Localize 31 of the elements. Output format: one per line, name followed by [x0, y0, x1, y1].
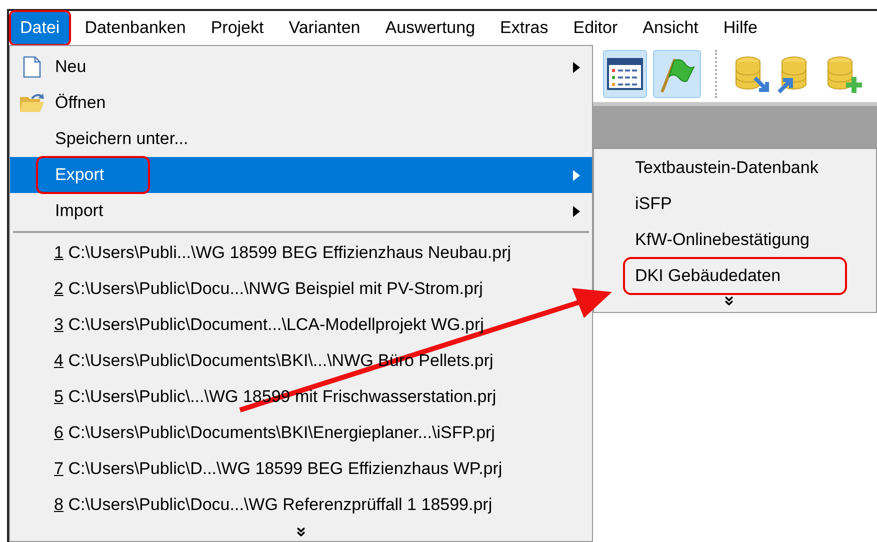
menu-item[interactable]: Neu — [10, 49, 592, 85]
submenu-item[interactable]: DKI Gebäudedaten — [594, 258, 876, 294]
menu-bar-item[interactable]: Editor — [564, 12, 627, 44]
recent-file-item[interactable]: 3 C:\Users\Public\Document...\LCA-Modellprojekt WG.prj — [54, 312, 484, 338]
submenu-item[interactable]: iSFP — [594, 186, 876, 222]
expand-icon[interactable] — [294, 525, 308, 539]
menu-bar-item[interactable]: Auswertung — [376, 12, 484, 44]
document-icon — [23, 56, 41, 78]
menu-bar-item[interactable]: Ansicht — [634, 12, 708, 44]
menu-bar-item[interactable]: Datenbanken — [76, 12, 195, 44]
menu-bar-item[interactable]: Extras — [491, 12, 558, 44]
list-icon — [607, 58, 643, 90]
submenu-item[interactable]: KfW-Onlinebestätigung — [594, 222, 876, 258]
recent-file-item[interactable]: 8 C:\Users\Public\Docu...\WG Referenzprüffall 1 18599.prj — [54, 492, 492, 518]
flag-button[interactable] — [653, 50, 701, 98]
folder-icon — [19, 92, 45, 114]
menu-bar-item[interactable]: Projekt — [202, 12, 273, 44]
menu-item[interactable]: Import — [10, 193, 592, 229]
submenu-item[interactable]: Textbaustein-Datenbank — [594, 150, 876, 186]
menu-bar-item[interactable]: Varianten — [280, 12, 370, 44]
list-view-button[interactable] — [603, 50, 647, 98]
menu-bar-item[interactable]: Hilfe — [714, 12, 766, 44]
expand-icon[interactable] — [722, 294, 736, 308]
recent-file-item[interactable]: 6 C:\Users\Public\Documents\BKI\Energieplaner...\iSFP.prj — [54, 420, 495, 446]
recent-file-item[interactable]: 1 C:\Users\Publi...\WG 18599 BEG Effizienzhaus Neubau.prj — [54, 240, 512, 266]
menu-bar-item[interactable]: Datei — [11, 12, 69, 44]
menu-item[interactable]: Öffnen — [10, 85, 592, 121]
menu-item[interactable]: Speichern unter... — [10, 121, 592, 157]
recent-file-item[interactable]: 7 C:\Users\Public\D...\WG 18599 BEG Effizienzhaus WP.prj — [54, 456, 502, 482]
menu-item[interactable]: Export — [10, 157, 592, 193]
recent-file-item[interactable]: 2 C:\Users\Public\Docu...\NWG Beispiel mit PV-Strom.prj — [54, 276, 483, 302]
